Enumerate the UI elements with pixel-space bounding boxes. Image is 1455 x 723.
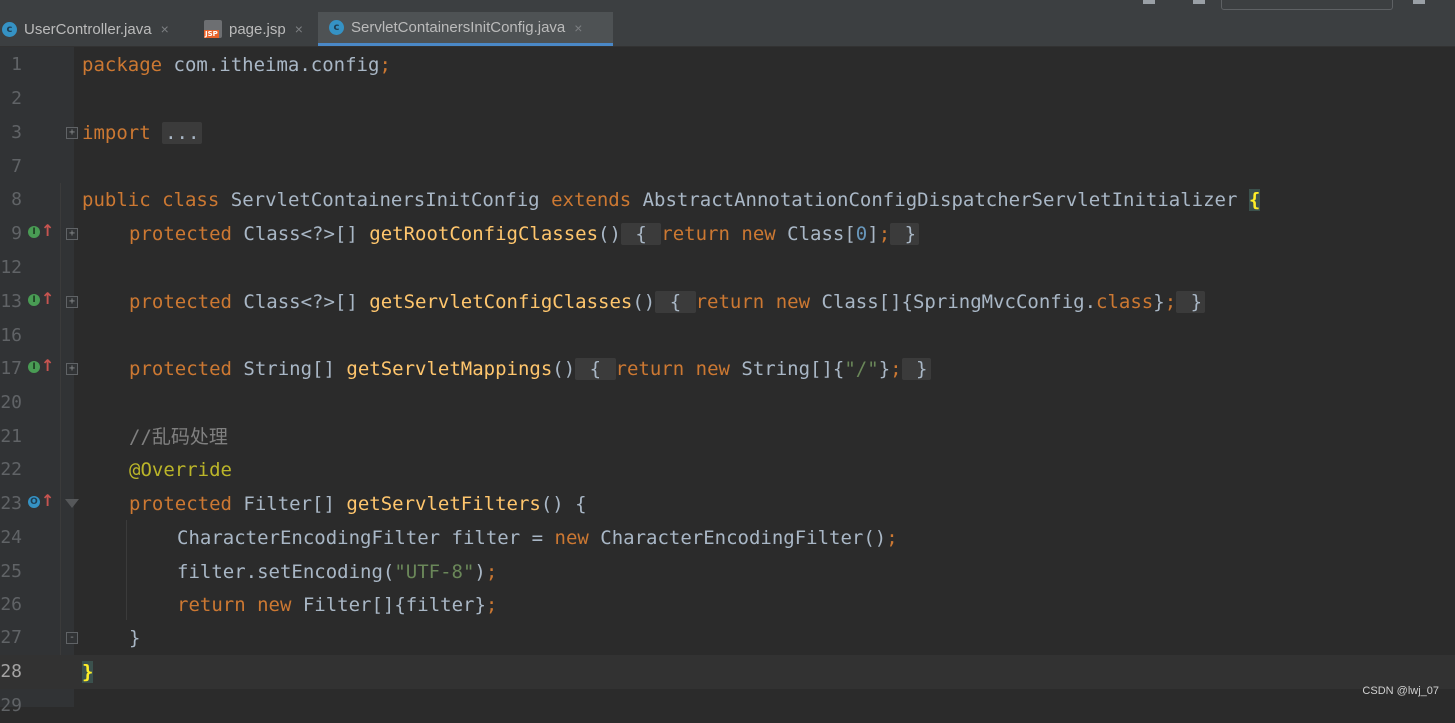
tab-page-jsp[interactable]: JSP page.jsp × xyxy=(200,12,318,46)
code-comment[interactable]: //乱码处理 xyxy=(129,420,228,454)
code-line: 2 xyxy=(0,82,1455,116)
code-line: 23 O ↑ protected Filter[] getServletFilt… xyxy=(0,487,1455,521)
tab-label: UserController.java xyxy=(24,20,152,38)
line-number: 21 xyxy=(0,426,22,447)
line-number: 16 xyxy=(0,325,22,346)
current-line: 28 } xyxy=(0,655,1455,689)
close-icon[interactable]: × xyxy=(161,21,169,37)
code-text[interactable]: public class ServletContainersInitConfig… xyxy=(82,183,1261,217)
code-text[interactable]: import ... xyxy=(82,116,203,150)
code-line: 7 xyxy=(0,150,1455,184)
code-line: 29 xyxy=(0,689,1455,723)
line-number: 3 xyxy=(11,122,22,143)
overrides-method-icon[interactable]: O xyxy=(28,496,40,508)
jsp-file-icon: JSP xyxy=(204,20,222,38)
code-text[interactable]: } xyxy=(82,655,94,689)
code-line: 25 filter.setEncoding("UTF-8"); xyxy=(0,555,1455,589)
implements-method-icon[interactable]: I xyxy=(28,294,40,306)
line-number: 23 xyxy=(0,493,22,514)
implements-method-icon[interactable]: I xyxy=(28,361,40,373)
code-line: 1 package com.itheima.config; xyxy=(0,48,1455,82)
code-text[interactable]: return new Filter[]{filter}; xyxy=(177,588,497,622)
code-line: 27 - } xyxy=(0,621,1455,655)
run-configuration-select[interactable] xyxy=(1221,0,1393,10)
java-class-icon: c xyxy=(2,21,17,37)
code-line: 26 return new Filter[]{filter}; xyxy=(0,588,1455,622)
code-line: 21 //乱码处理 xyxy=(0,420,1455,454)
jsp-badge: JSP xyxy=(204,30,219,38)
line-number: 12 xyxy=(0,257,22,278)
fold-expand-icon[interactable]: + xyxy=(66,127,78,139)
code-line: 17 I ↑ + protected String[] getServletMa… xyxy=(0,352,1455,386)
line-number: 13 xyxy=(0,291,22,312)
fold-expand-icon[interactable]: + xyxy=(66,363,78,375)
toolbar-icon[interactable] xyxy=(1193,0,1205,4)
override-arrow-icon[interactable]: ↑ xyxy=(41,221,54,240)
fold-expand-icon[interactable]: + xyxy=(66,296,78,308)
line-number: 8 xyxy=(11,189,22,210)
line-number: 29 xyxy=(0,695,22,716)
tab-label: page.jsp xyxy=(229,20,286,38)
code-line: 16 xyxy=(0,319,1455,353)
tab-label: ServletContainersInitConfig.java xyxy=(351,19,566,36)
tab-usercontroller[interactable]: c UserController.java × xyxy=(0,12,196,46)
code-text[interactable]: CharacterEncodingFilter filter = new Cha… xyxy=(177,521,898,555)
line-number: 20 xyxy=(0,392,22,413)
line-number: 22 xyxy=(0,459,22,480)
override-arrow-icon[interactable]: ↑ xyxy=(41,289,54,308)
code-text[interactable]: protected Class<?>[] getServletConfigCla… xyxy=(129,285,1206,319)
line-number: 26 xyxy=(0,594,22,615)
line-number: 9 xyxy=(11,223,22,244)
fold-collapse-icon[interactable]: - xyxy=(66,632,78,644)
line-number: 17 xyxy=(0,358,22,379)
code-text[interactable]: filter.setEncoding("UTF-8"); xyxy=(177,555,497,589)
code-text[interactable]: protected Class<?>[] getRootConfigClasse… xyxy=(129,217,920,251)
code-text[interactable]: package com.itheima.config; xyxy=(82,48,391,82)
line-number: 7 xyxy=(11,156,22,177)
line-number: 28 xyxy=(0,661,22,682)
override-arrow-icon[interactable]: ↑ xyxy=(41,356,54,375)
code-text[interactable]: } xyxy=(129,621,140,655)
override-arrow-icon[interactable]: ↑ xyxy=(41,491,54,510)
fold-collapse-icon[interactable] xyxy=(65,499,79,508)
line-number: 25 xyxy=(0,561,22,582)
code-line: 24 CharacterEncodingFilter filter = new … xyxy=(0,521,1455,555)
toolbar-icon[interactable] xyxy=(1413,0,1425,4)
editor-tab-bar: c UserController.java × JSP page.jsp × c… xyxy=(0,12,1455,47)
code-line: 20 xyxy=(0,386,1455,420)
breadcrumb-bar xyxy=(0,0,1455,12)
close-icon[interactable]: × xyxy=(574,20,582,36)
code-text[interactable]: protected String[] getServletMappings() … xyxy=(129,352,931,386)
implements-method-icon[interactable]: I xyxy=(28,226,40,238)
code-line: 22 @Override xyxy=(0,453,1455,487)
code-line: 8 public class ServletContainersInitConf… xyxy=(0,183,1455,217)
line-number: 27 xyxy=(0,627,22,648)
code-line: 3 + import ... xyxy=(0,116,1455,150)
code-line: 12 xyxy=(0,251,1455,285)
tab-servletcontainersinitconfig[interactable]: c ServletContainersInitConfig.java × xyxy=(318,12,613,46)
fold-expand-icon[interactable]: + xyxy=(66,228,78,240)
watermark: CSDN @lwj_07 xyxy=(1362,685,1439,697)
line-number: 2 xyxy=(11,88,22,109)
toolbar-icon[interactable] xyxy=(1143,0,1155,4)
code-text[interactable]: protected Filter[] getServletFilters() { xyxy=(129,487,587,521)
java-class-icon: c xyxy=(329,20,344,35)
line-number: 1 xyxy=(11,54,22,75)
code-annotation[interactable]: @Override xyxy=(129,453,232,487)
code-line: 9 I ↑ + protected Class<?>[] getRootConf… xyxy=(0,217,1455,251)
folded-imports: ... xyxy=(162,122,203,144)
code-line: 13 I ↑ + protected Class<?>[] getServlet… xyxy=(0,285,1455,319)
line-number: 24 xyxy=(0,527,22,548)
close-icon[interactable]: × xyxy=(295,21,303,37)
